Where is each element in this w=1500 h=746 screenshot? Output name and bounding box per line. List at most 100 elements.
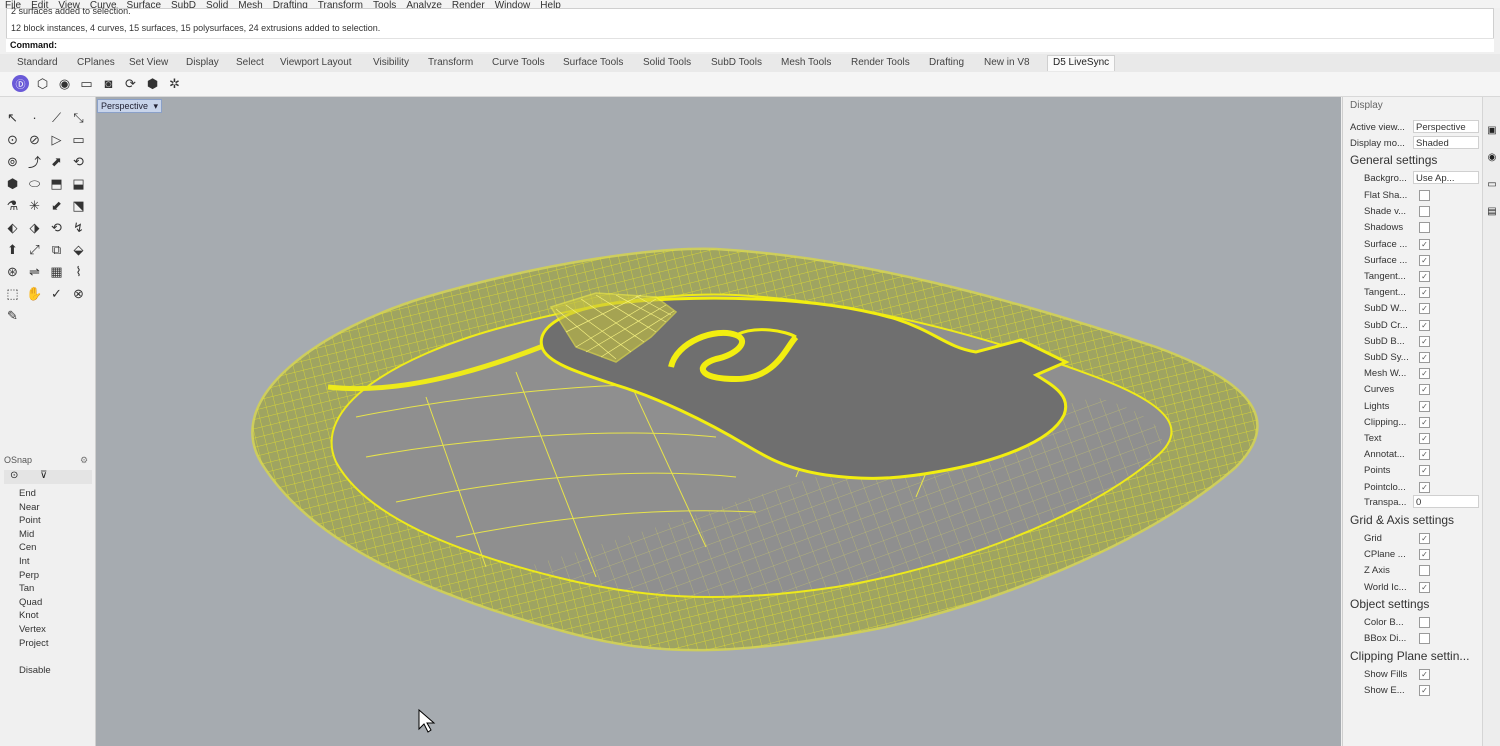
general-setting-row[interactable]: Surface ... ✓ bbox=[1343, 253, 1483, 268]
camera-icon[interactable]: ◙ bbox=[100, 75, 117, 92]
osnap-checkbox[interactable] bbox=[6, 625, 14, 633]
grid-setting-row[interactable]: Z Axis bbox=[1343, 563, 1483, 578]
tab-surface-tools[interactable]: Surface Tools bbox=[563, 57, 623, 68]
osnap-quad[interactable]: Quad bbox=[0, 597, 42, 608]
checkbox[interactable]: ✓ bbox=[1419, 481, 1430, 493]
general-setting-row[interactable]: Tangent... ✓ bbox=[1343, 269, 1483, 284]
checkbox[interactable]: ✓ bbox=[1419, 416, 1430, 428]
tab-visibility[interactable]: Visibility bbox=[373, 57, 409, 68]
group-icon[interactable]: ⬚ bbox=[2, 283, 23, 304]
object-settings-heading[interactable]: Object settings bbox=[1350, 597, 1429, 611]
curve-icon[interactable]: ⤡ bbox=[68, 107, 89, 128]
osnap-checkbox[interactable] bbox=[6, 557, 14, 565]
tab-display[interactable]: Display bbox=[186, 57, 219, 68]
checkbox[interactable]: ✓ bbox=[1419, 549, 1430, 561]
general-setting-row[interactable]: Flat Sha... bbox=[1343, 188, 1483, 203]
loft-icon[interactable]: ⬓ bbox=[68, 173, 89, 194]
mirror-icon[interactable]: ⬙ bbox=[68, 239, 89, 260]
viewport-title[interactable]: Perspective ▾ bbox=[97, 99, 163, 113]
menu-item-window[interactable]: Window bbox=[490, 1, 536, 9]
check-icon[interactable]: ✓ bbox=[46, 283, 67, 304]
clipping-settings-heading[interactable]: Clipping Plane settin... bbox=[1350, 649, 1469, 663]
checkbox[interactable]: ✓ bbox=[1419, 685, 1430, 697]
box-icon[interactable]: ⬢ bbox=[144, 75, 161, 92]
checkbox[interactable]: ✓ bbox=[1419, 335, 1430, 347]
tab-viewport-layout[interactable]: Viewport Layout bbox=[280, 57, 352, 68]
general-setting-row[interactable]: Shadows bbox=[1343, 220, 1483, 235]
tab-d5-livesync[interactable]: D5 LiveSync bbox=[1047, 55, 1116, 71]
osnap-end[interactable]: End bbox=[0, 488, 36, 499]
target-icon[interactable]: ⊙ bbox=[10, 470, 18, 481]
chevron-down-icon[interactable]: ▾ bbox=[154, 101, 159, 111]
array-icon[interactable]: ⧉ bbox=[46, 239, 67, 260]
clipping-setting-row[interactable]: Show E... ✓ bbox=[1343, 683, 1483, 698]
osnap-tan[interactable]: Tan bbox=[0, 583, 34, 594]
osnap-cen[interactable]: Cen bbox=[0, 542, 36, 553]
checkbox[interactable]: ✓ bbox=[1419, 238, 1430, 250]
object-setting-row[interactable]: Color B... bbox=[1343, 615, 1483, 630]
extrude-icon[interactable]: ⬒ bbox=[46, 173, 67, 194]
menu-item-solid[interactable]: Solid bbox=[201, 1, 233, 9]
boolean-icon[interactable]: ⚗ bbox=[2, 195, 23, 216]
general-setting-row[interactable]: SubD B... ✓ bbox=[1343, 334, 1483, 349]
offset-icon[interactable]: ⬗ bbox=[24, 217, 45, 238]
tab-subd-tools[interactable]: SubD Tools bbox=[711, 57, 762, 68]
trim-icon[interactable]: ⬔ bbox=[68, 195, 89, 216]
menu-item-help[interactable]: Help bbox=[535, 1, 566, 9]
checkbox[interactable] bbox=[1419, 565, 1430, 577]
rotate-icon[interactable]: ⟲ bbox=[68, 151, 89, 172]
tab-new-in-v8[interactable]: New in V8 bbox=[984, 57, 1030, 68]
menu-item-drafting[interactable]: Drafting bbox=[268, 1, 313, 9]
tab-set-view[interactable]: Set View bbox=[129, 57, 168, 68]
general-settings-heading[interactable]: General settings bbox=[1350, 153, 1437, 167]
setting-value[interactable]: 0 bbox=[1413, 495, 1479, 508]
scale-icon[interactable]: ⤢ bbox=[24, 239, 45, 260]
sync-icon[interactable]: ⟳ bbox=[122, 75, 139, 92]
checkbox[interactable] bbox=[1419, 617, 1430, 628]
filter-icon[interactable]: ⊽ bbox=[40, 470, 47, 481]
general-setting-row[interactable]: SubD W... ✓ bbox=[1343, 301, 1483, 316]
menu-item-subd[interactable]: SubD bbox=[166, 1, 201, 9]
explode-icon[interactable]: ✳ bbox=[24, 195, 45, 216]
hand-icon[interactable]: ✋ bbox=[24, 283, 45, 304]
osnap-checkbox[interactable] bbox=[6, 611, 14, 619]
cube-icon[interactable]: ⬡ bbox=[34, 75, 51, 92]
general-setting-row[interactable]: Text ✓ bbox=[1343, 431, 1483, 446]
tab-solid-tools[interactable]: Solid Tools bbox=[643, 57, 691, 68]
checkbox[interactable]: ✓ bbox=[1419, 533, 1430, 544]
checkbox[interactable]: ✓ bbox=[1419, 669, 1430, 680]
osnap-disable[interactable]: Disable bbox=[0, 665, 51, 676]
display-icon[interactable]: ▭ bbox=[1486, 178, 1498, 190]
checkbox[interactable]: ✓ bbox=[1419, 319, 1430, 331]
general-setting-row[interactable]: SubD Cr... ✓ bbox=[1343, 318, 1483, 333]
menu-item-tools[interactable]: Tools bbox=[368, 1, 401, 9]
general-setting-row[interactable]: Annotat... ✓ bbox=[1343, 447, 1483, 462]
d5-logo-icon[interactable]: Ⓓ bbox=[12, 75, 29, 92]
checkbox[interactable] bbox=[1419, 206, 1430, 218]
general-setting-row[interactable]: SubD Sy... ✓ bbox=[1343, 350, 1483, 365]
ellipse-icon[interactable]: ⊘ bbox=[24, 129, 45, 150]
menu-item-transform[interactable]: Transform bbox=[313, 1, 368, 9]
tab-mesh-tools[interactable]: Mesh Tools bbox=[781, 57, 831, 68]
checkbox[interactable]: ✓ bbox=[1419, 287, 1430, 299]
checkbox[interactable]: ✓ bbox=[1419, 271, 1430, 282]
menu-item-mesh[interactable]: Mesh bbox=[233, 1, 267, 9]
tab-drafting[interactable]: Drafting bbox=[929, 57, 964, 68]
object-setting-row[interactable]: BBox Di... bbox=[1343, 631, 1483, 646]
grid-setting-row[interactable]: Grid ✓ bbox=[1343, 531, 1483, 546]
color-wheel-icon[interactable]: ◉ bbox=[1486, 151, 1498, 163]
menu-item-render[interactable]: Render bbox=[447, 1, 490, 9]
osnap-project[interactable]: Project bbox=[0, 638, 49, 649]
perspective-viewport[interactable] bbox=[96, 97, 1341, 746]
tab-select[interactable]: Select bbox=[236, 57, 264, 68]
split-icon[interactable]: ⬋ bbox=[46, 195, 67, 216]
analyze-icon[interactable]: ⊗ bbox=[68, 283, 89, 304]
arc-icon[interactable]: ⊚ bbox=[2, 151, 23, 172]
polygon-icon[interactable]: ▷ bbox=[46, 129, 67, 150]
polyline-icon[interactable]: ⟋ bbox=[46, 107, 67, 128]
osnap-checkbox[interactable] bbox=[6, 516, 14, 524]
join-icon[interactable]: ⬖ bbox=[2, 217, 23, 238]
tab-render-tools[interactable]: Render Tools bbox=[851, 57, 910, 68]
osnap-checkbox[interactable] bbox=[6, 543, 14, 551]
checkbox[interactable]: ✓ bbox=[1419, 384, 1430, 396]
